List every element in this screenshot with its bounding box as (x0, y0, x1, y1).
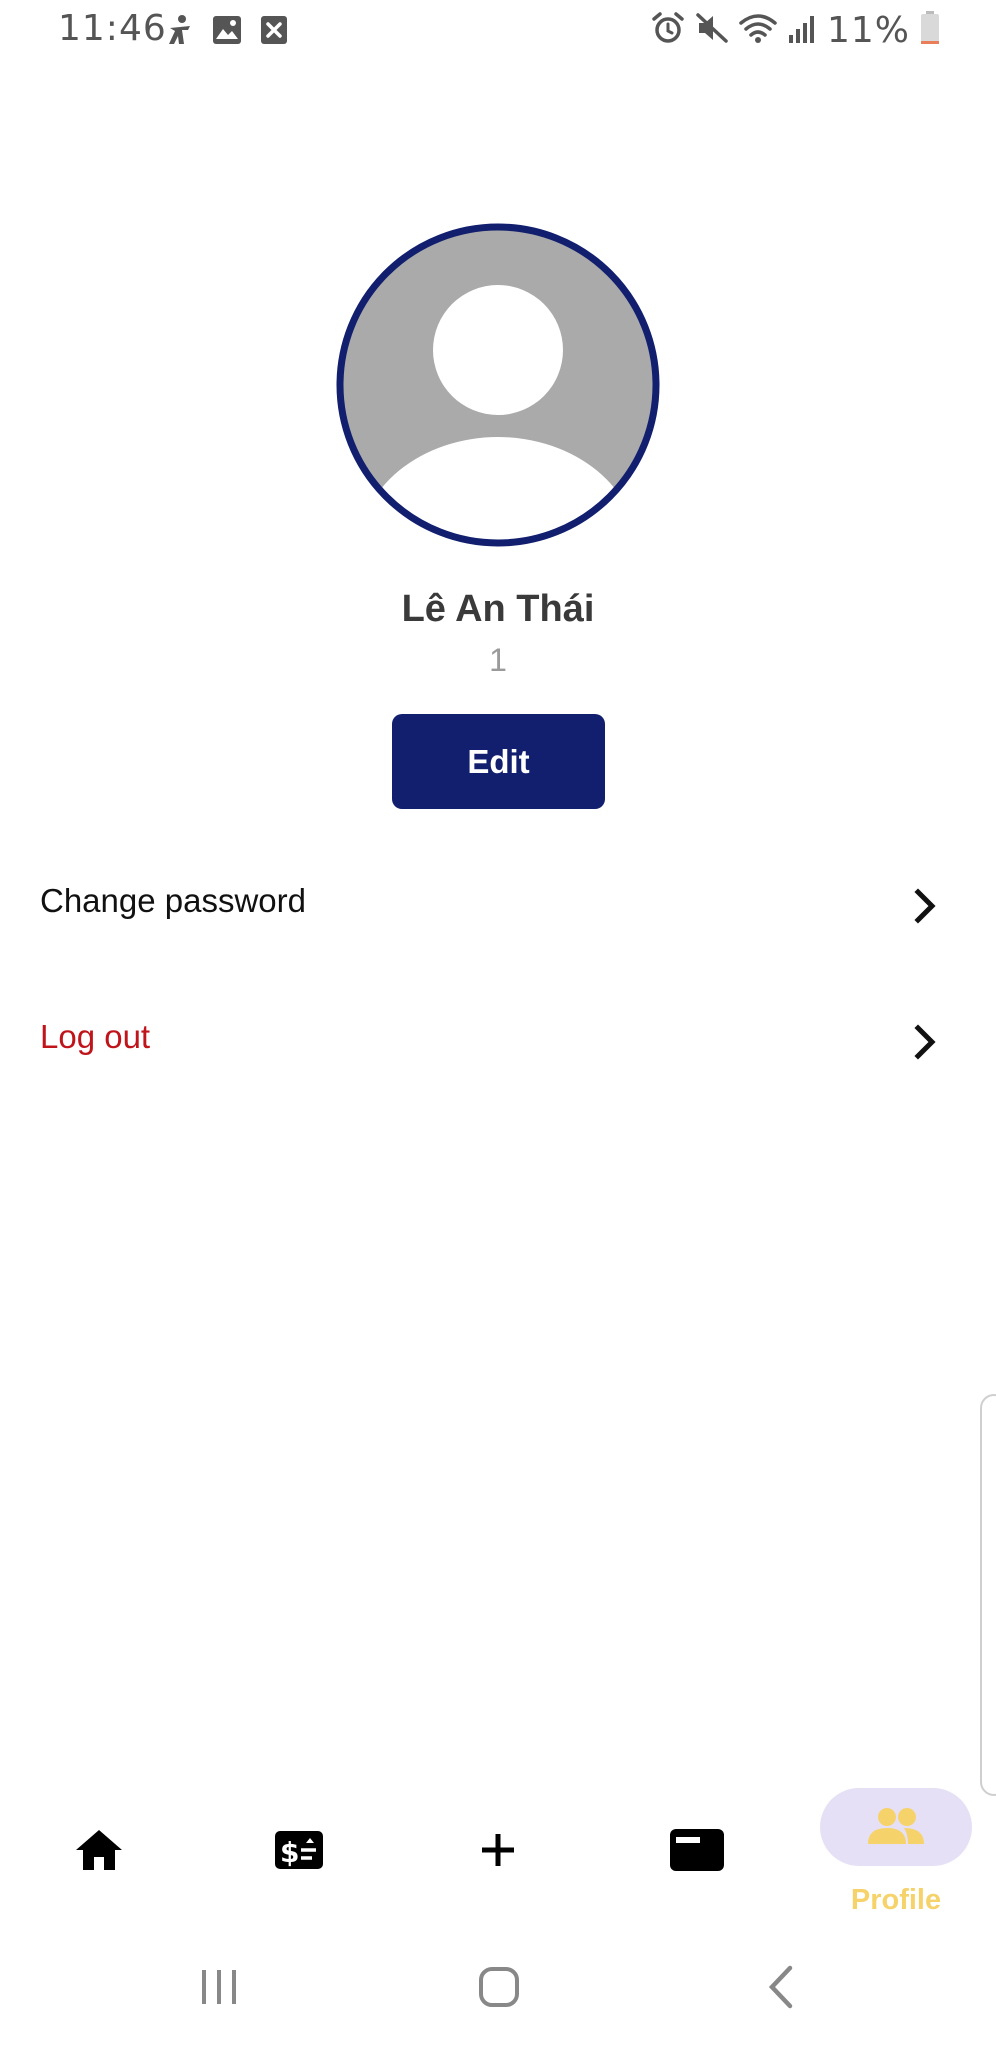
nav-profile-label: Profile (850, 1884, 942, 1916)
change-password-item[interactable]: Change password (0, 852, 996, 952)
logout-label: Log out (40, 1018, 151, 1055)
bottom-nav: $ Profile (0, 1760, 996, 1930)
battery-low-icon (920, 11, 940, 50)
system-nav (0, 1936, 996, 2048)
edit-button[interactable]: Edit (392, 714, 605, 809)
chevron-right-icon (908, 1022, 942, 1062)
status-right-icons: 11% (651, 10, 940, 51)
default-avatar-icon (336, 223, 660, 547)
user-id: 1 (489, 642, 507, 678)
image-icon (212, 15, 242, 50)
mute-icon (695, 11, 729, 50)
battery-percent: 11% (826, 10, 910, 51)
home-button-icon[interactable] (476, 1964, 522, 2015)
nav-budget[interactable]: $ (219, 1760, 379, 1930)
status-bar: 11:46 11% (0, 0, 996, 62)
plus-icon (476, 1828, 520, 1877)
nav-profile[interactable]: Profile (816, 1760, 976, 1930)
avatar (335, 222, 661, 548)
chevron-right-icon (908, 886, 942, 926)
group-icon (866, 1806, 926, 1851)
alarm-icon (651, 11, 685, 50)
accessibility-icon (166, 14, 194, 51)
wifi-icon (739, 11, 777, 50)
logout-item[interactable]: Log out (0, 988, 996, 1088)
change-password-label: Change password (40, 882, 306, 919)
scroll-handle[interactable] (980, 1394, 996, 1796)
nav-home[interactable] (19, 1760, 179, 1930)
signal-icon (787, 13, 817, 48)
svg-text:$: $ (280, 1836, 299, 1869)
recents-icon[interactable] (196, 1964, 242, 2015)
status-left-icons (166, 14, 288, 51)
close-box-icon (260, 15, 288, 50)
budget-icon: $ (274, 1828, 324, 1877)
nav-add[interactable] (418, 1760, 578, 1930)
status-time: 11:46 (58, 8, 167, 49)
nav-cards[interactable] (617, 1760, 777, 1930)
back-icon[interactable] (760, 1964, 806, 2015)
card-icon (669, 1828, 725, 1877)
home-icon (74, 1828, 124, 1877)
user-name: Lê An Thái (401, 588, 595, 630)
